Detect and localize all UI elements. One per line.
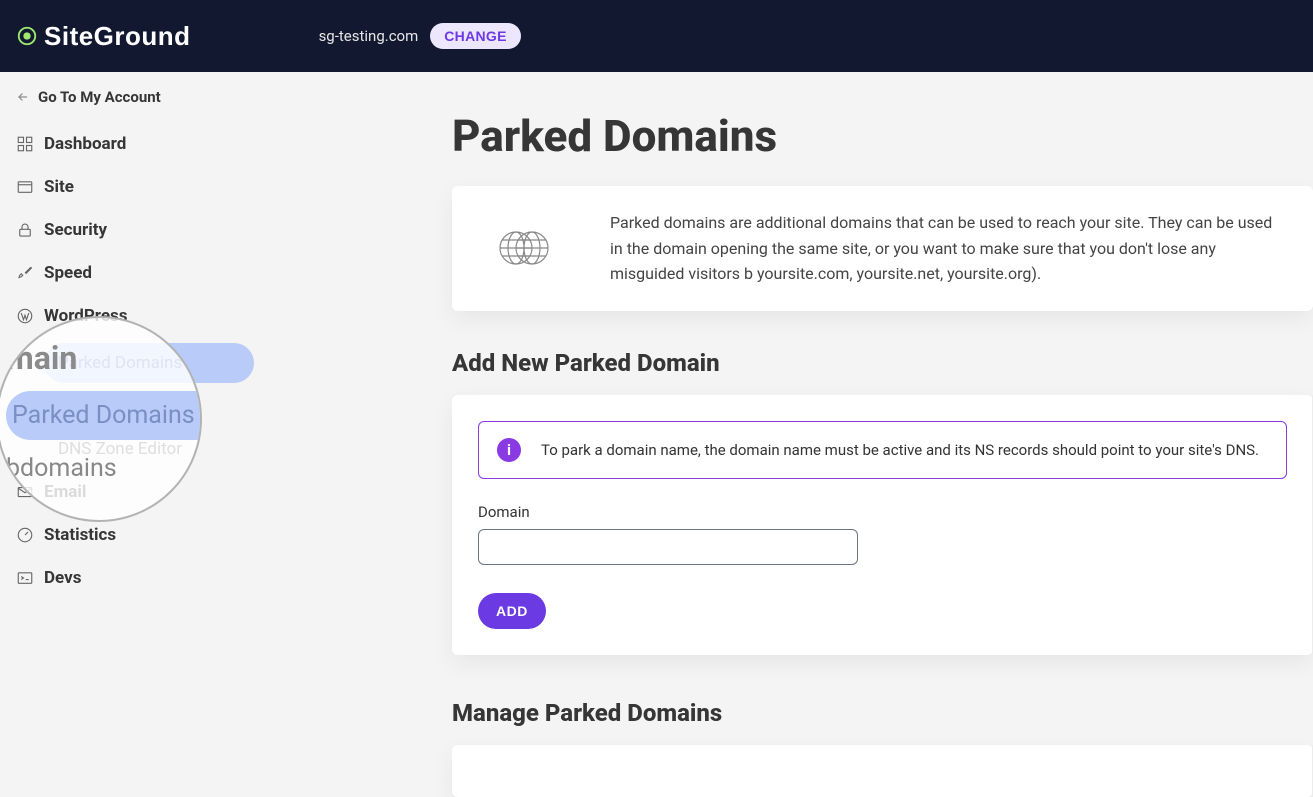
domain-field-label: Domain xyxy=(478,503,1287,521)
sidebar-item-email[interactable]: Email xyxy=(16,482,252,502)
manage-card xyxy=(452,745,1313,797)
domain-input[interactable] xyxy=(478,529,858,565)
subnav-parked-domains[interactable]: Parked Domains xyxy=(44,343,254,383)
sidebar-item-label: Dashboard xyxy=(44,134,126,154)
info-box: i To park a domain name, the domain name… xyxy=(478,421,1287,479)
header-domain-group: sg-testing.com CHANGE xyxy=(319,23,521,49)
intro-description: Parked domains are additional domains th… xyxy=(610,210,1287,287)
brand-logo: SiteGround xyxy=(16,21,191,52)
sidebar-item-speed[interactable]: Speed xyxy=(16,263,252,283)
add-button[interactable]: ADD xyxy=(478,593,546,629)
logo-icon xyxy=(16,25,38,47)
sidebar-item-label: Statistics xyxy=(44,525,116,545)
sidebar-item-security[interactable]: Security xyxy=(16,220,252,240)
domain-subnav: Parked Domains Redirects DNS Zone Editor xyxy=(44,343,252,459)
sidebar-item-label: Security xyxy=(44,220,107,240)
sidebar-item-site[interactable]: Site xyxy=(16,177,252,197)
intro-card: Parked domains are additional domains th… xyxy=(452,186,1313,311)
sidebar-item-label: Speed xyxy=(44,263,92,283)
primary-nav: Dashboard Site Security Speed WordPress … xyxy=(16,134,252,588)
sidebar-item-wordpress[interactable]: WordPress xyxy=(16,306,252,326)
page-title: Parked Domains xyxy=(452,110,1313,162)
back-link-label: Go To My Account xyxy=(38,88,161,106)
site-icon xyxy=(16,178,34,196)
lock-icon xyxy=(16,221,34,239)
info-text: To park a domain name, the domain name m… xyxy=(541,441,1259,459)
arrow-left-icon xyxy=(16,90,30,104)
mail-icon xyxy=(16,483,34,501)
sidebar-item-dashboard[interactable]: Dashboard xyxy=(16,134,252,154)
brand-name: SiteGround xyxy=(44,21,191,52)
sidebar: Go To My Account Dashboard Site Security… xyxy=(0,72,252,797)
current-domain: sg-testing.com xyxy=(319,27,419,45)
info-icon: i xyxy=(497,438,521,462)
sidebar-item-label: Devs xyxy=(44,568,81,588)
subnav-redirects[interactable]: Redirects xyxy=(44,401,254,421)
sidebar-item-statistics[interactable]: Statistics xyxy=(16,525,252,545)
add-domain-card: i To park a domain name, the domain name… xyxy=(452,395,1313,655)
gauge-icon xyxy=(16,526,34,544)
subnav-dns-zone-editor[interactable]: DNS Zone Editor xyxy=(44,439,254,459)
wordpress-icon xyxy=(16,307,34,325)
sidebar-item-label: Site xyxy=(44,177,74,197)
sidebar-item-label: Email xyxy=(44,482,86,502)
rocket-icon xyxy=(16,264,34,282)
app-header: SiteGround sg-testing.com CHANGE xyxy=(0,0,1313,72)
dashboard-icon xyxy=(16,135,34,153)
sidebar-item-label: WordPress xyxy=(44,306,128,326)
sidebar-item-devs[interactable]: Devs xyxy=(16,568,252,588)
main-content: Parked Domains Parked domains are additi… xyxy=(252,72,1313,797)
terminal-icon xyxy=(16,569,34,587)
manage-section-title: Manage Parked Domains xyxy=(452,699,1313,727)
globe-illustration-icon xyxy=(478,228,570,268)
add-section-title: Add New Parked Domain xyxy=(452,349,1313,377)
back-to-account-link[interactable]: Go To My Account xyxy=(16,88,252,106)
change-domain-button[interactable]: CHANGE xyxy=(430,23,520,49)
